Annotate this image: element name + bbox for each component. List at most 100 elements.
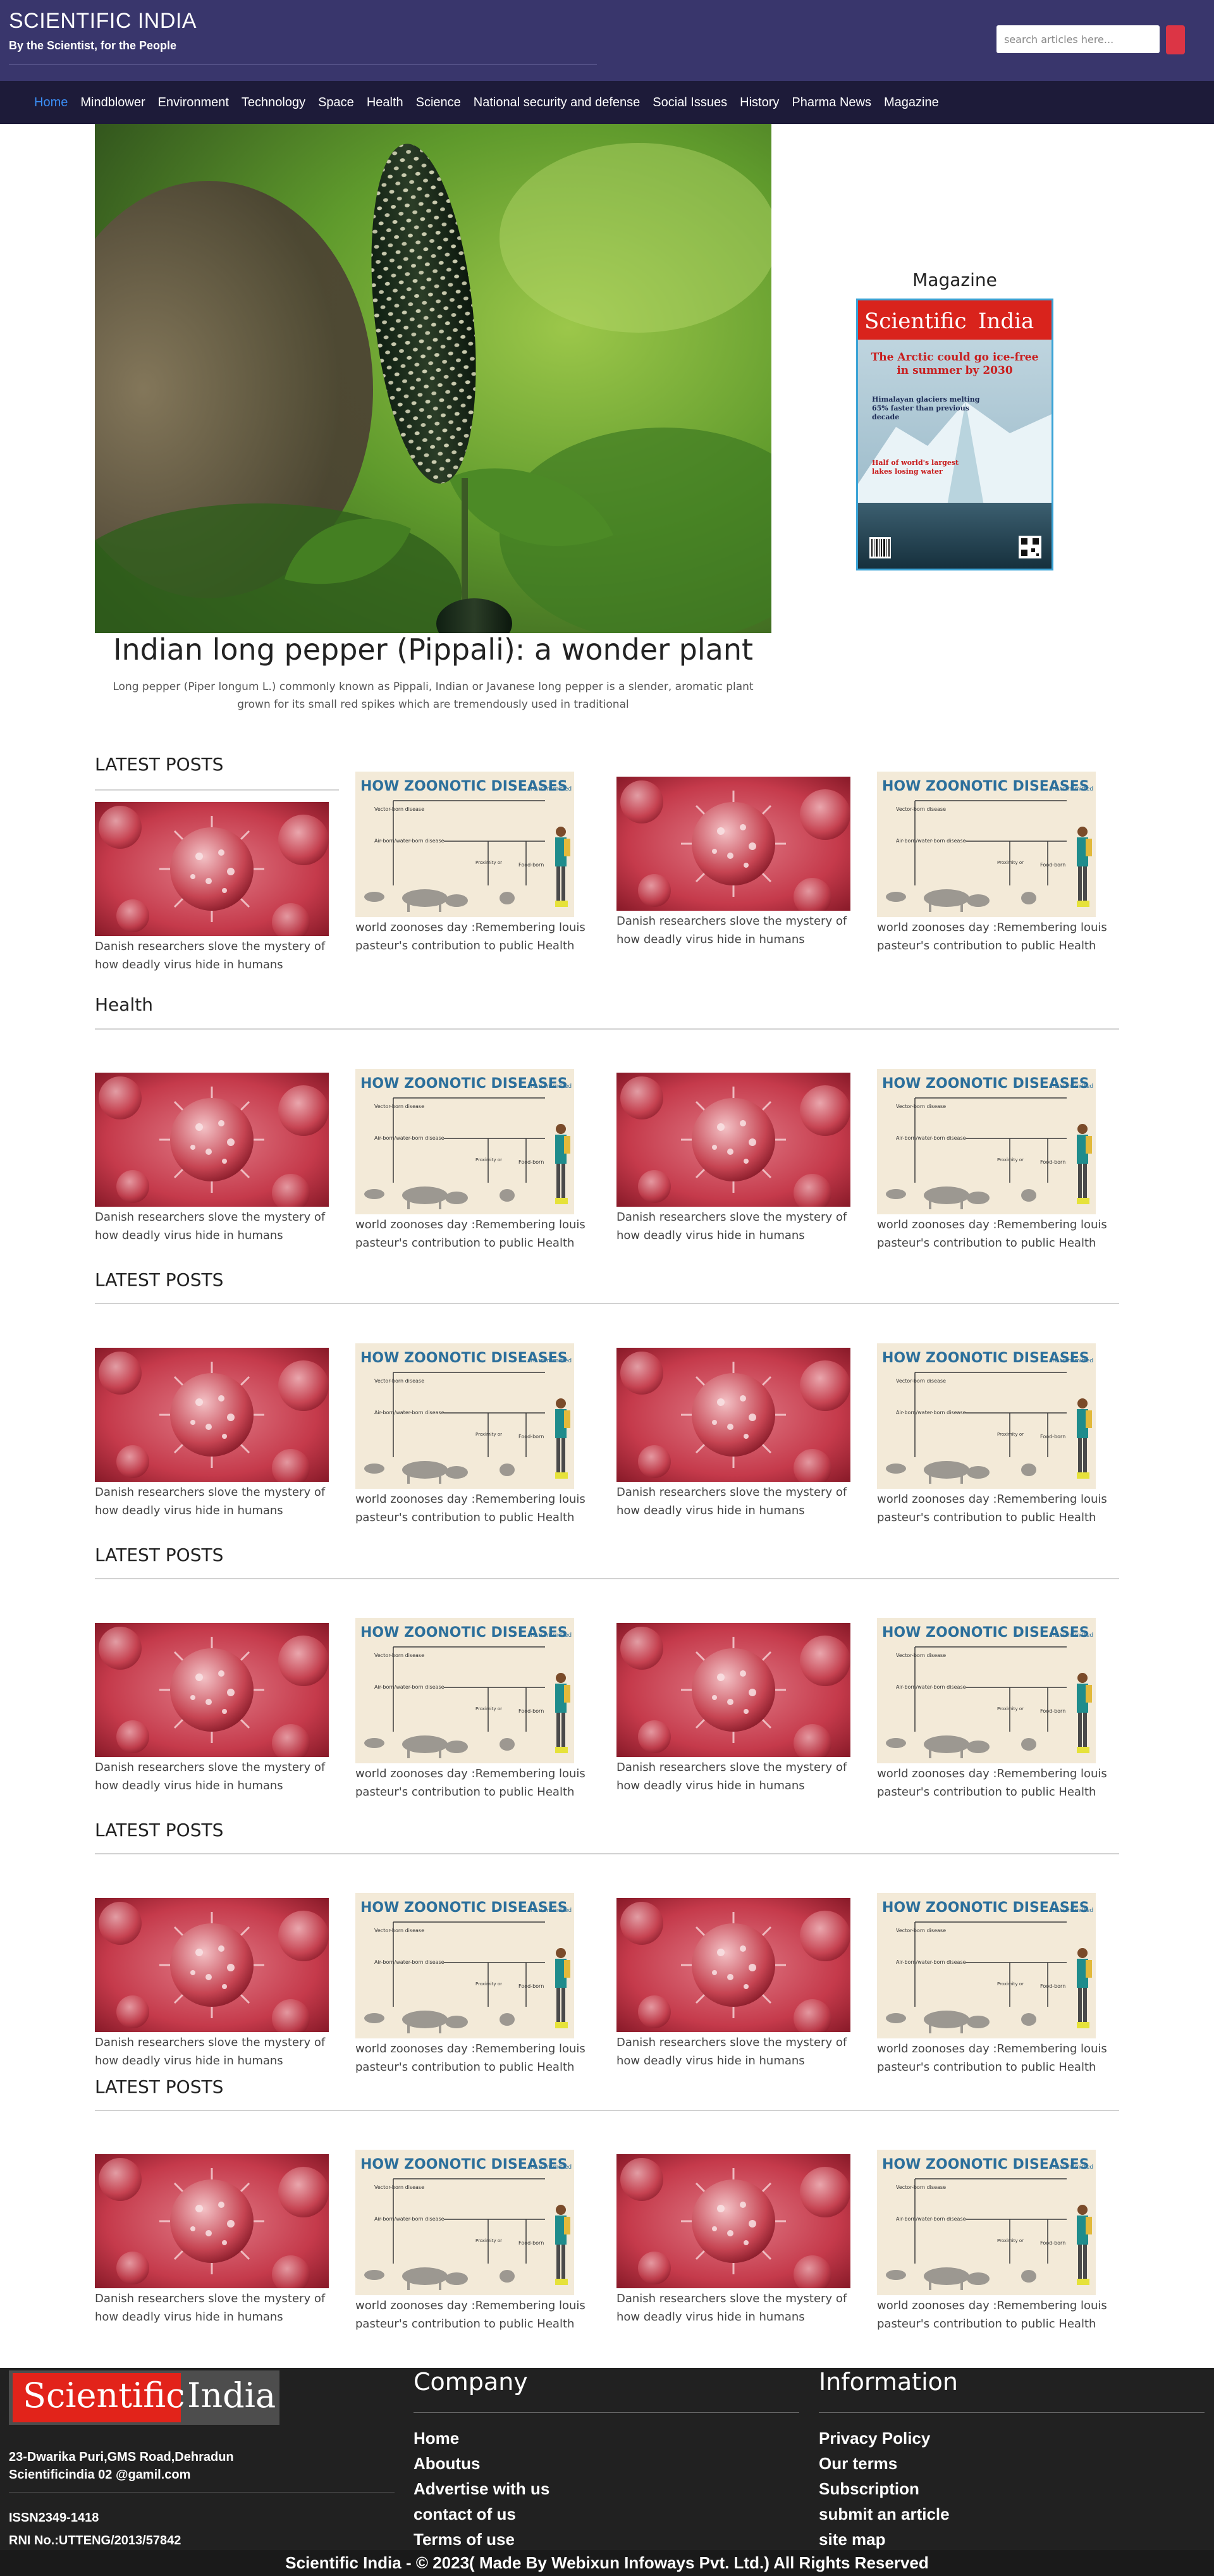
nav-item-pharma-news[interactable]: Pharma News: [792, 96, 871, 110]
post-caption[interactable]: world zoonoses day :Remembering louis pa…: [355, 2296, 599, 2333]
svg-text:Food-born: Food-born: [1040, 2240, 1065, 2246]
post-caption[interactable]: Danish researchers slove the mystery of …: [616, 2289, 861, 2326]
footer-link-sitemap[interactable]: site map: [819, 2530, 886, 2549]
svg-text:Vector-born disease: Vector-born disease: [374, 806, 424, 812]
post-thumbnail-virus[interactable]: [95, 2154, 329, 2288]
post-thumbnail-zoonotic[interactable]: HOW ZOONOTIC DISEASES are transmitted Ve…: [355, 1893, 574, 2038]
nav-item-social-issues[interactable]: Social Issues: [653, 96, 727, 110]
post-caption[interactable]: world zoonoses day :Remembering louis pa…: [355, 1216, 599, 1252]
post-caption[interactable]: Danish researchers slove the mystery of …: [95, 2033, 339, 2070]
post-caption[interactable]: world zoonoses day :Remembering louis pa…: [877, 2040, 1121, 2076]
site-title[interactable]: SCIENTIFIC INDIA: [9, 9, 197, 34]
nav-item-technology[interactable]: Technology: [242, 96, 305, 110]
post-caption[interactable]: world zoonoses day :Remembering louis pa…: [877, 1216, 1121, 1252]
nav-item-environment[interactable]: Environment: [158, 96, 229, 110]
svg-text:are transmitted: are transmitted: [1049, 1358, 1093, 1364]
post-caption[interactable]: world zoonoses day :Remembering louis pa…: [355, 2040, 599, 2076]
post-thumbnail-zoonotic[interactable]: HOW ZOONOTIC DISEASES are transmitted Ve…: [355, 1343, 574, 1489]
zoonotic-diseases-infographic: HOW ZOONOTIC DISEASES are transmitted Ve…: [877, 1893, 1096, 2038]
svg-text:Proximity or: Proximity or: [475, 1432, 502, 1437]
footer-link-our-terms[interactable]: Our terms: [819, 2454, 897, 2474]
footer-link-home[interactable]: Home: [414, 2429, 459, 2448]
nav-item-science[interactable]: Science: [416, 96, 461, 110]
magazine-cover[interactable]: Scientific India The Arctic could go ice…: [856, 299, 1053, 570]
post-thumbnail-zoonotic[interactable]: HOW ZOONOTIC DISEASES are transmitted Ve…: [355, 1618, 574, 1763]
svg-text:Vector-born disease: Vector-born disease: [896, 2185, 946, 2190]
svg-text:Proximity or: Proximity or: [997, 2238, 1024, 2243]
nav-item-mindblower[interactable]: Mindblower: [80, 96, 145, 110]
post-caption[interactable]: world zoonoses day :Remembering louis pa…: [877, 918, 1121, 955]
post-caption[interactable]: world zoonoses day :Remembering louis pa…: [355, 918, 599, 955]
post-caption[interactable]: world zoonoses day :Remembering louis pa…: [877, 1765, 1121, 1801]
long-pepper-photo: [95, 124, 771, 633]
post-caption[interactable]: Danish researchers slove the mystery of …: [616, 912, 861, 949]
post-thumbnail-zoonotic[interactable]: HOW ZOONOTIC DISEASES are transmitted Ve…: [877, 1618, 1096, 1763]
hero-image[interactable]: [95, 124, 771, 633]
post-thumbnail-zoonotic[interactable]: HOW ZOONOTIC DISEASES are transmitted Ve…: [355, 772, 574, 917]
post-thumbnail-virus[interactable]: [616, 2154, 850, 2288]
post-caption[interactable]: Danish researchers slove the mystery of …: [95, 1208, 339, 1245]
post-caption[interactable]: Danish researchers slove the mystery of …: [616, 2033, 861, 2070]
post-thumbnail-virus[interactable]: [95, 1623, 329, 1757]
post-thumbnail-virus[interactable]: [616, 1348, 850, 1482]
footer-link-advertise[interactable]: Advertise with us: [414, 2479, 549, 2499]
svg-text:Air-born/water-born disease: Air-born/water-born disease: [374, 838, 445, 844]
svg-text:Vector-born disease: Vector-born disease: [896, 1378, 946, 1384]
virus-illustration: [95, 1348, 329, 1482]
magazine-heading: Magazine: [912, 269, 997, 290]
post-thumbnail-virus[interactable]: [95, 1898, 329, 2032]
footer-link-terms[interactable]: Terms of use: [414, 2530, 515, 2549]
hero-title[interactable]: Indian long pepper (Pippali): a wonder p…: [95, 632, 771, 667]
post-thumbnail-virus[interactable]: [95, 1348, 329, 1482]
hero-description: Long pepper (Piper longum L.) commonly k…: [113, 681, 754, 711]
svg-text:Vector-born disease: Vector-born disease: [374, 1653, 424, 1658]
post-caption[interactable]: world zoonoses day :Remembering louis pa…: [877, 1490, 1121, 1527]
section-divider: [95, 1578, 1119, 1579]
search-button[interactable]: [1166, 25, 1185, 54]
footer-link-contact[interactable]: contact of us: [414, 2505, 516, 2524]
svg-text:are transmitted: are transmitted: [1049, 1632, 1093, 1639]
post-thumbnail-virus[interactable]: [616, 1898, 850, 2032]
post-caption[interactable]: world zoonoses day :Remembering louis pa…: [877, 2296, 1121, 2333]
main-nav: Home Mindblower Environment Technology Space…: [0, 81, 1214, 124]
post-thumbnail-virus[interactable]: [95, 802, 329, 936]
post-thumbnail-virus[interactable]: [616, 1073, 850, 1207]
search-input[interactable]: [996, 25, 1160, 53]
post-thumbnail-zoonotic[interactable]: HOW ZOONOTIC DISEASES are transmitted Ve…: [877, 1069, 1096, 1214]
post-caption[interactable]: Danish researchers slove the mystery of …: [616, 1208, 861, 1245]
post-thumbnail-zoonotic[interactable]: HOW ZOONOTIC DISEASES are transmitted Ve…: [877, 772, 1096, 917]
footer-link-subscription[interactable]: Subscription: [819, 2479, 919, 2499]
svg-text:Air-born/water-born disease: Air-born/water-born disease: [374, 1684, 445, 1690]
nav-list: Home Mindblower Environment Technology Space…: [34, 81, 952, 124]
nav-item-home[interactable]: Home: [34, 96, 68, 110]
svg-text:Proximity or: Proximity or: [475, 1706, 502, 1711]
post-caption[interactable]: Danish researchers slove the mystery of …: [95, 2289, 339, 2326]
post-thumbnail-zoonotic[interactable]: HOW ZOONOTIC DISEASES are transmitted Ve…: [877, 2150, 1096, 2295]
post-caption[interactable]: Danish researchers slove the mystery of …: [95, 937, 339, 974]
post-thumbnail-virus[interactable]: [95, 1073, 329, 1207]
footer-logo[interactable]: Scientific India: [9, 2370, 279, 2425]
post-caption[interactable]: world zoonoses day :Remembering louis pa…: [355, 1490, 599, 1527]
post-thumbnail-zoonotic[interactable]: HOW ZOONOTIC DISEASES are transmitted Ve…: [355, 1069, 574, 1214]
nav-item-national-security-and-defense[interactable]: National security and defense: [474, 96, 641, 110]
footer-link-aboutus[interactable]: Aboutus: [414, 2454, 480, 2474]
footer-link-privacy[interactable]: Privacy Policy: [819, 2429, 930, 2448]
post-thumbnail-zoonotic[interactable]: HOW ZOONOTIC DISEASES are transmitted Ve…: [877, 1893, 1096, 2038]
post-caption[interactable]: Danish researchers slove the mystery of …: [95, 1758, 339, 1795]
post-thumbnail-zoonotic[interactable]: HOW ZOONOTIC DISEASES are transmitted Ve…: [355, 2150, 574, 2295]
virus-illustration: [616, 1898, 850, 2032]
footer-link-submit-article[interactable]: submit an article: [819, 2505, 950, 2524]
svg-text:Vector-born disease: Vector-born disease: [374, 1928, 424, 1933]
nav-item-health[interactable]: Health: [367, 96, 403, 110]
post-thumbnail-zoonotic[interactable]: HOW ZOONOTIC DISEASES are transmitted Ve…: [877, 1343, 1096, 1489]
post-thumbnail-virus[interactable]: [616, 1623, 850, 1757]
post-caption[interactable]: Danish researchers slove the mystery of …: [95, 1483, 339, 1520]
svg-text:Food-born: Food-born: [518, 1708, 544, 1714]
nav-item-space[interactable]: Space: [318, 96, 354, 110]
post-caption[interactable]: Danish researchers slove the mystery of …: [616, 1758, 861, 1795]
post-caption[interactable]: world zoonoses day :Remembering louis pa…: [355, 1765, 599, 1801]
post-thumbnail-virus[interactable]: [616, 777, 850, 911]
nav-item-magazine[interactable]: Magazine: [884, 96, 939, 110]
nav-item-history[interactable]: History: [740, 96, 779, 110]
post-caption[interactable]: Danish researchers slove the mystery of …: [616, 1483, 861, 1520]
